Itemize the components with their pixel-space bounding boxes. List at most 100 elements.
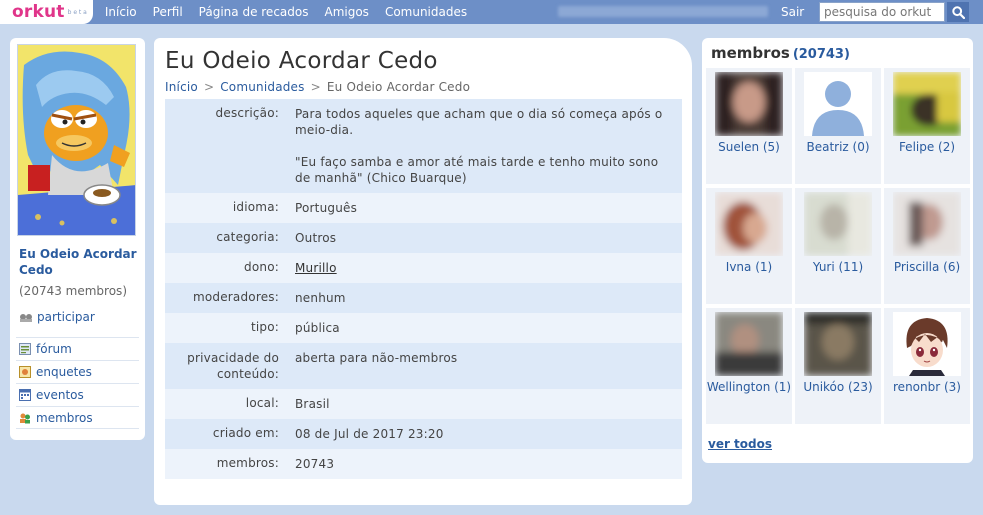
- orkut-logo[interactable]: orkut b e t a: [0, 0, 93, 24]
- community-sidebar: Eu Odeio Acordar Cedo (20743 membros) pa…: [10, 38, 145, 440]
- poll-icon: [19, 366, 31, 378]
- search-input[interactable]: [819, 2, 945, 22]
- info-label: privacidade do conteúdo:: [187, 351, 279, 381]
- forum-icon: [19, 343, 31, 355]
- info-row-descricao: descrição: Para todos aqueles que acham …: [165, 99, 682, 193]
- member-card[interactable]: Ivna (1): [706, 188, 792, 304]
- members-panel: membros (20743) Suelen (5) Beatriz (0) Fe…: [702, 38, 973, 463]
- info-row-criado: criado em: 08 de Jul de 2017 23:20: [165, 419, 682, 449]
- info-value: Brasil: [295, 397, 330, 411]
- page-title: Eu Odeio Acordar Cedo: [165, 48, 438, 74]
- member-photo[interactable]: [893, 72, 961, 136]
- nav-perfil[interactable]: Perfil: [153, 5, 183, 19]
- member-card[interactable]: Suelen (5): [706, 68, 792, 184]
- breadcrumb: Início > Comunidades > Eu Odeio Acordar Cedo: [165, 80, 470, 94]
- info-label: moderadores:: [192, 290, 279, 304]
- info-label: tipo:: [250, 320, 279, 334]
- member-name[interactable]: Beatriz (0): [795, 139, 881, 155]
- community-menu: fórum enquetes eventos membros: [16, 337, 139, 429]
- participate-label: participar: [37, 310, 95, 324]
- info-value: pública: [295, 321, 340, 335]
- info-value: Murillo: [279, 253, 682, 283]
- participate-link[interactable]: participar: [19, 310, 95, 324]
- member-photo[interactable]: [893, 192, 961, 256]
- nav-inicio[interactable]: Início: [105, 5, 137, 19]
- menu-item-label: eventos: [36, 388, 84, 402]
- member-name[interactable]: renonbr (3): [884, 379, 970, 395]
- nav-pagina-de-recados[interactable]: Página de recados: [199, 5, 309, 19]
- member-photo[interactable]: [715, 72, 783, 136]
- members-grid: Suelen (5) Beatriz (0) Felipe (2) Ivna (…: [706, 68, 970, 424]
- description-quote: "Eu faço samba e amor até mais tarde e t…: [295, 155, 659, 185]
- owner-link[interactable]: Murillo: [295, 261, 337, 275]
- info-row-membros: membros: 20743: [165, 449, 682, 479]
- member-card[interactable]: Wellington (1): [706, 308, 792, 424]
- logout-link[interactable]: Sair: [781, 5, 804, 19]
- member-name[interactable]: Felipe (2): [884, 139, 970, 155]
- breadcrumb-separator: >: [203, 80, 215, 94]
- info-label: categoria:: [216, 230, 279, 244]
- logo-beta-label: b e t a: [67, 8, 87, 16]
- info-label: dono:: [244, 260, 279, 274]
- info-row-dono: dono: Murillo: [165, 253, 682, 283]
- member-photo[interactable]: [804, 192, 872, 256]
- member-photo[interactable]: [893, 312, 961, 376]
- members-heading-count[interactable]: (20743): [793, 47, 850, 62]
- info-label: local:: [245, 396, 279, 410]
- breadcrumb-comunidades[interactable]: Comunidades: [220, 80, 304, 94]
- blurred-user-email: [558, 6, 768, 17]
- see-all-members-link[interactable]: ver todos: [708, 437, 772, 451]
- info-value: aberta para não-membros: [295, 351, 458, 365]
- calendar-icon: [19, 389, 31, 401]
- info-value: Português: [295, 201, 358, 215]
- member-card[interactable]: renonbr (3): [884, 308, 970, 424]
- member-card[interactable]: Felipe (2): [884, 68, 970, 184]
- member-card[interactable]: Yuri (11): [795, 188, 881, 304]
- member-name[interactable]: Unikóo (23): [795, 379, 881, 395]
- menu-item-forum[interactable]: fórum: [16, 337, 139, 360]
- member-photo[interactable]: [715, 192, 783, 256]
- menu-item-label: membros: [36, 410, 93, 425]
- info-value: 08 de Jul de 2017 23:20: [295, 427, 444, 441]
- default-avatar-icon: [804, 72, 872, 136]
- info-label: idioma:: [232, 200, 279, 214]
- description-value: Para todos aqueles que acham que o dia s…: [279, 99, 682, 193]
- menu-item-enquetes[interactable]: enquetes: [16, 360, 139, 383]
- info-label: descrição:: [215, 106, 279, 120]
- member-photo[interactable]: [804, 312, 872, 376]
- member-name[interactable]: Wellington (1): [706, 379, 792, 395]
- nav-amigos[interactable]: Amigos: [324, 5, 368, 19]
- member-name[interactable]: Priscilla (6): [884, 259, 970, 275]
- info-row-idioma: idioma: Português: [165, 193, 682, 223]
- breadcrumb-separator: >: [310, 80, 321, 94]
- community-name-link[interactable]: Eu Odeio Acordar Cedo: [19, 246, 141, 278]
- community-member-count: (20743 membros): [19, 284, 127, 298]
- description-text: Para todos aqueles que acham que o dia s…: [295, 107, 663, 137]
- member-name[interactable]: Yuri (11): [795, 259, 881, 275]
- breadcrumb-current: Eu Odeio Acordar Cedo: [326, 80, 471, 94]
- community-info-table: descrição: Para todos aqueles que acham …: [165, 99, 682, 479]
- member-photo[interactable]: [804, 72, 872, 136]
- info-label: membros:: [216, 456, 279, 470]
- menu-item-membros[interactable]: membros: [16, 406, 139, 429]
- members-icon: [20, 413, 30, 423]
- members-heading: membros (20743): [711, 44, 850, 62]
- info-value: Outros: [295, 231, 337, 245]
- member-card[interactable]: Priscilla (6): [884, 188, 970, 304]
- members-heading-label: membros: [711, 44, 790, 62]
- member-name[interactable]: Suelen (5): [706, 139, 792, 155]
- info-row-local: local: Brasil: [165, 389, 682, 419]
- member-name[interactable]: Ivna (1): [706, 259, 792, 275]
- breadcrumb-inicio[interactable]: Início: [165, 80, 198, 94]
- community-photo[interactable]: [17, 44, 136, 236]
- menu-item-eventos[interactable]: eventos: [16, 383, 139, 406]
- search-button[interactable]: [947, 2, 969, 22]
- member-card[interactable]: Beatriz (0): [795, 68, 881, 184]
- join-community-icon: [20, 313, 32, 322]
- member-photo[interactable]: [715, 312, 783, 376]
- menu-item-label: enquetes: [36, 365, 92, 379]
- info-value: 20743: [295, 457, 335, 471]
- search-icon: [951, 5, 965, 19]
- nav-comunidades[interactable]: Comunidades: [385, 5, 467, 19]
- member-card[interactable]: Unikóo (23): [795, 308, 881, 424]
